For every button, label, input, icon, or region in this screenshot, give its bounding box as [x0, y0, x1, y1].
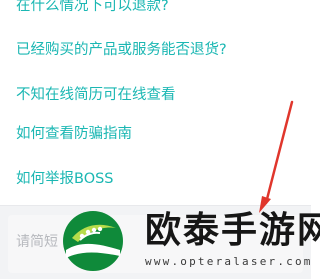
watermark-url: www.opteralaser.com	[145, 255, 313, 268]
faq-item-product-return[interactable]: 已经购买的产品或服务能否退货?	[16, 41, 227, 59]
faq-item-report-boss[interactable]: 如何举报BOSS	[16, 170, 114, 188]
faq-item-resume-online[interactable]: 不知在线简历可在线查看	[16, 86, 176, 104]
faq-list: 在什么情况下可以退款? 已经购买的产品或服务能否退货? 不知在线简历可在线查看 …	[0, 0, 311, 212]
faq-item-refund-conditions[interactable]: 在什么情况下可以退款?	[16, 0, 169, 15]
leaf-logo-icon	[63, 211, 123, 271]
watermark-title: 欧泰手游网	[145, 210, 320, 251]
watermark: 欧泰手游网 www.opteralaser.com	[60, 206, 320, 278]
message-input-placeholder: 请简短	[16, 234, 58, 250]
faq-item-anti-fraud-guide[interactable]: 如何查看防骗指南	[16, 125, 132, 143]
